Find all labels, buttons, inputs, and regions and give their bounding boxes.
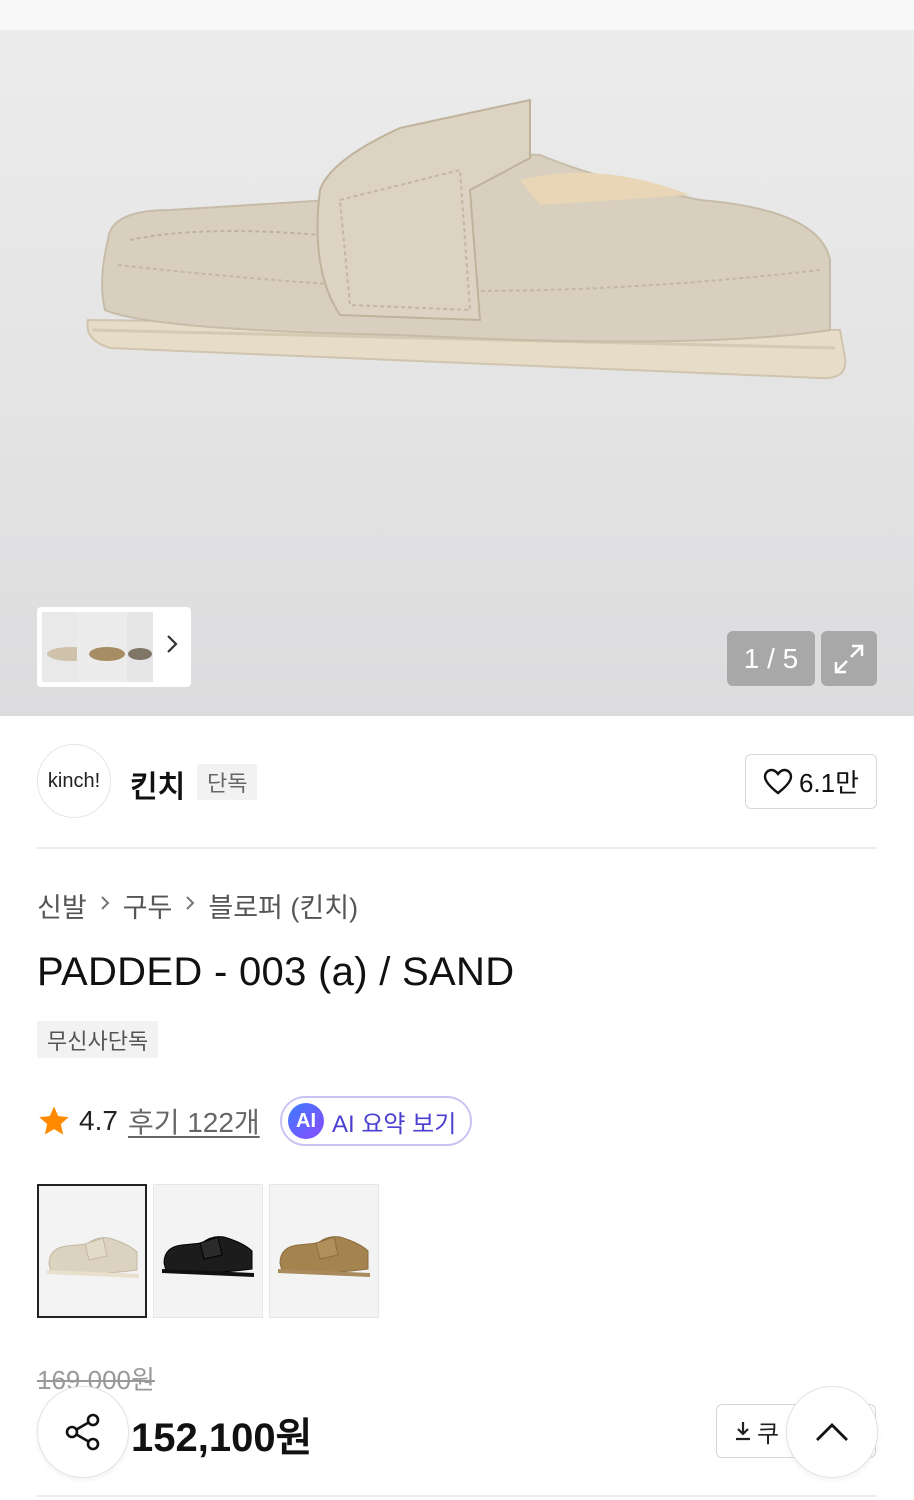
scroll-top-button[interactable] [786, 1386, 878, 1478]
chevron-right-icon [184, 892, 196, 920]
sale-price: 152,100원 [131, 1416, 313, 1460]
like-button[interactable]: 6.1만 [745, 754, 877, 809]
variant-brown[interactable] [269, 1184, 379, 1318]
star-icon [39, 1106, 69, 1135]
rating-score: 4.7 [79, 1105, 118, 1136]
breadcrumb-item[interactable]: 구두 [123, 886, 173, 925]
variant-black[interactable] [153, 1184, 263, 1318]
brand-name[interactable]: 킨치 [130, 762, 185, 806]
exclusive-badge: 무신사단독 [37, 1021, 159, 1058]
brand-logo[interactable]: kinch! [37, 744, 111, 818]
ai-summary-button[interactable]: AI AI 요약 보기 [280, 1096, 472, 1146]
image-counter: 1 / 5 [727, 631, 815, 686]
share-button[interactable] [37, 1386, 129, 1478]
product-title: PADDED - 003 (a) / SAND [37, 950, 515, 994]
divider [37, 847, 877, 849]
breadcrumb-item[interactable]: 블로퍼 (킨치) [208, 886, 358, 925]
chevron-right-icon [99, 892, 111, 920]
thumbnail-2[interactable] [77, 612, 129, 682]
ai-icon: AI [288, 1103, 324, 1139]
color-variant-list [37, 1184, 379, 1318]
ai-summary-label: AI 요약 보기 [332, 1110, 457, 1138]
brand-section: kinch! 킨치 단독 6.1만 [37, 744, 877, 820]
expand-icon[interactable] [821, 631, 877, 686]
coupon-label: 쿠 [757, 1420, 780, 1448]
product-image-gallery[interactable]: 1 / 5 [0, 30, 914, 716]
like-count: 6.1만 [798, 768, 860, 798]
status-bar [0, 0, 914, 30]
rating-row: 4.7 후기 122개 AI AI 요약 보기 [37, 1096, 472, 1146]
chevron-up-icon [816, 1423, 848, 1441]
breadcrumb: 신발 구두 블로퍼 (킨치) [37, 886, 358, 925]
heart-icon [763, 768, 793, 795]
breadcrumb-item[interactable]: 신발 [37, 886, 87, 925]
chevron-right-icon[interactable] [165, 633, 179, 661]
variant-sand[interactable] [37, 1184, 147, 1318]
download-icon [736, 1422, 750, 1441]
gallery-thumbnail-strip[interactable] [37, 607, 191, 687]
reviews-link[interactable]: 후기 122개 [128, 1101, 260, 1141]
thumbnail-3[interactable] [127, 612, 153, 682]
brand-exclusive-tag: 단독 [197, 764, 258, 800]
divider [37, 1495, 877, 1497]
share-icon [65, 1413, 100, 1451]
